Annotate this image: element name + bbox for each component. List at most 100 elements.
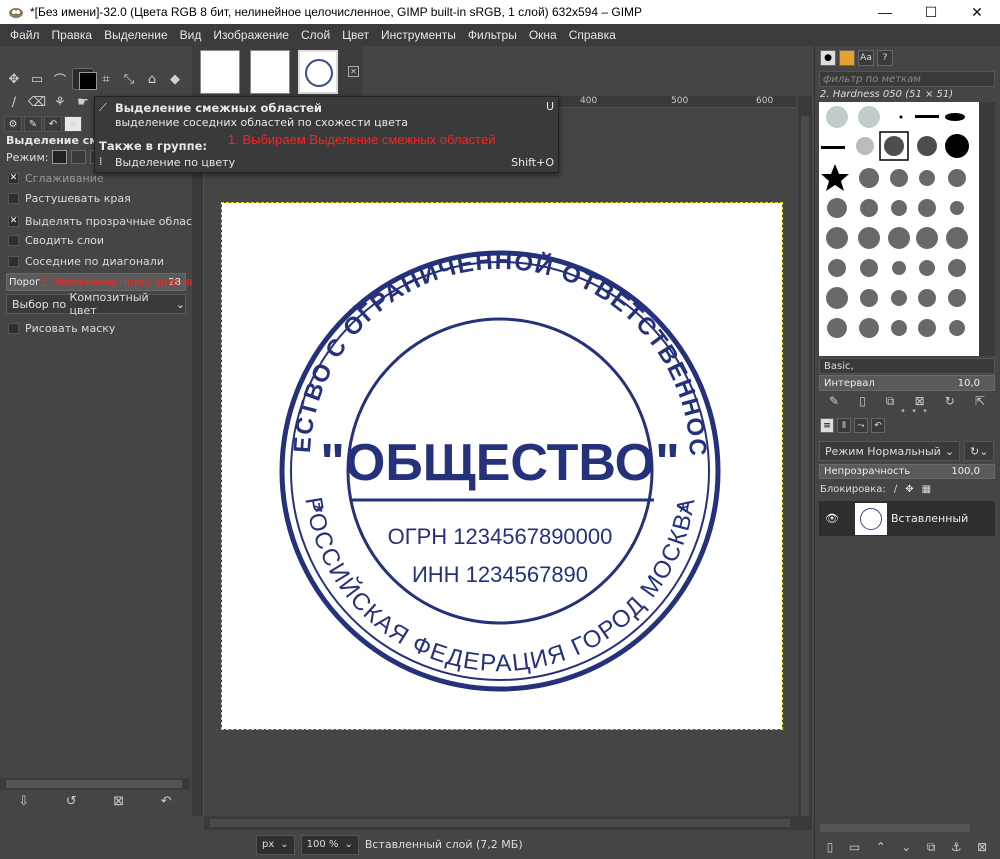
draw-mask-checkbox[interactable] — [8, 323, 19, 334]
clone-tool-icon[interactable]: ⚘ — [50, 92, 70, 112]
raise-layer-icon[interactable]: ⌃ — [876, 840, 886, 855]
patterns-tab-icon[interactable] — [839, 50, 855, 66]
brush-interval-slider[interactable]: Интервал 10,0 — [819, 375, 995, 391]
transform-tool-icon[interactable]: ⤡ — [119, 69, 139, 89]
image-tab-2[interactable] — [250, 50, 290, 94]
layer-mode-dropdown[interactable]: Режим Нормальный ⌄ — [819, 441, 961, 461]
lock-pixels-icon[interactable]: ∕ — [894, 484, 897, 495]
restore-options-icon[interactable]: ↺ — [66, 794, 77, 809]
menu-select[interactable]: Выделение — [98, 28, 174, 42]
menu-edit[interactable]: Правка — [46, 28, 99, 42]
close-button[interactable]: ✕ — [954, 0, 1000, 24]
fonts-tab-icon[interactable]: Aa — [858, 50, 874, 66]
lock-row: Блокировка: ∕ ✥ ▦ — [820, 484, 931, 495]
menu-layer[interactable]: Слой — [295, 28, 336, 42]
open-brush-icon[interactable]: ⇱ — [975, 394, 985, 409]
delete-layer-icon[interactable]: ⊠ — [977, 840, 987, 855]
save-options-icon[interactable]: ⇩ — [18, 794, 29, 809]
new-group-icon[interactable]: ▭ — [849, 840, 860, 855]
smudge-tool-icon[interactable]: ☛ — [73, 92, 93, 112]
layer-row[interactable]: 👁 Вставленный — [819, 501, 995, 536]
select-by-dropdown[interactable]: Выбор по Композитный цвет ⌄ — [6, 291, 186, 317]
tooltip-group-shortcut: Shift+O — [511, 156, 554, 169]
stamp-star-right: * — [678, 497, 688, 527]
antialiasing-option[interactable]: ✕ Сглаживание — [8, 172, 104, 185]
menu-view[interactable]: Вид — [174, 28, 208, 42]
zoom-value: 100 % — [306, 839, 339, 850]
layers-scrollbar[interactable] — [820, 824, 970, 832]
brush-preset-dropdown[interactable]: Basic, — [819, 358, 995, 374]
maximize-button[interactable]: ☐ — [908, 0, 954, 24]
document-history-tab-icon[interactable]: ? — [877, 50, 893, 66]
visibility-eye-icon[interactable]: 👁 — [825, 512, 839, 525]
select-transparent-checkbox[interactable]: ✕ — [8, 216, 19, 227]
menu-filters[interactable]: Фильтры — [462, 28, 523, 42]
delete-options-icon[interactable]: ⊠ — [113, 794, 124, 809]
minimize-button[interactable]: — — [862, 0, 908, 24]
lock-alpha-icon[interactable]: ▦ — [922, 484, 931, 495]
layer-opacity-slider[interactable]: Непрозрачность 100,0 — [819, 464, 995, 479]
brush-filter-input[interactable]: фильтр по меткам — [819, 71, 995, 87]
close-tab-icon[interactable]: ✕ — [348, 66, 359, 77]
select-transparent-option[interactable]: ✕ Выделять прозрачные области — [8, 215, 206, 228]
rect-select-tool-icon[interactable]: ▭ — [27, 69, 47, 89]
undo-tab-icon[interactable]: ↶ — [871, 418, 885, 433]
edit-brush-icon[interactable]: ✎ — [829, 394, 839, 409]
lasso-tool-icon[interactable]: ⌒ — [50, 69, 70, 89]
mode-replace-button[interactable] — [52, 150, 68, 164]
new-layer-icon[interactable]: ▯ — [827, 840, 834, 855]
feather-edges-checkbox[interactable] — [8, 193, 19, 204]
image-canvas[interactable]: ОБЩЕСТВО С ОГРАНИЧЕННОЙ ОТВЕТСТВЕННОСТЬЮ… — [209, 182, 783, 730]
eraser-tool-icon[interactable]: ⌫ — [27, 92, 47, 112]
device-status-tab-icon[interactable]: ✎ — [24, 116, 42, 132]
lower-layer-icon[interactable]: ⌄ — [901, 840, 911, 855]
zoom-selector[interactable]: 100 % ⌄ — [300, 834, 359, 855]
menu-image[interactable]: Изображение — [207, 28, 295, 42]
layer-mode-reset-button[interactable]: ↻⌄ — [964, 441, 995, 461]
paths-tab-icon[interactable]: ⤳ — [854, 418, 868, 433]
unit-selector[interactable]: px ⌄ — [256, 834, 295, 855]
layers-tab-icon[interactable]: ≡ — [820, 418, 834, 433]
menu-file[interactable]: Файл — [4, 28, 46, 42]
horizontal-scrollbar[interactable] — [204, 816, 798, 830]
diagonal-neighbors-checkbox[interactable] — [8, 256, 19, 267]
diagonal-neighbors-option[interactable]: Соседние по диагонали — [8, 255, 164, 268]
left-dock-scrollbar[interactable] — [0, 778, 190, 790]
move-tool-icon[interactable]: ✥ — [4, 69, 24, 89]
image-tab-3[interactable] — [298, 50, 338, 94]
sample-merged-option[interactable]: Сводить слои — [8, 234, 104, 247]
menu-help[interactable]: Справка — [563, 28, 622, 42]
channels-tab-icon[interactable]: ⫴ — [837, 418, 851, 433]
paintbrush-tool-icon[interactable]: ∕ — [4, 92, 24, 112]
feather-edges-option[interactable]: Растушевать края — [8, 192, 131, 205]
draw-mask-option[interactable]: Рисовать маску — [8, 322, 115, 335]
vertical-scrollbar[interactable] — [798, 96, 812, 832]
anchor-layer-icon[interactable]: ⚓ — [951, 840, 962, 855]
lock-position-icon[interactable]: ✥ — [905, 484, 913, 495]
image-tab-1[interactable] — [200, 50, 240, 94]
menu-tools[interactable]: Инструменты — [375, 28, 462, 42]
images-tab-icon[interactable]: ▪ — [64, 116, 82, 132]
undo-history-tab-icon[interactable]: ↶ — [44, 116, 62, 132]
tool-options-tabs: ⚙ ✎ ↶ ▪ — [4, 116, 82, 132]
duplicate-brush-icon[interactable]: ⧉ — [886, 394, 895, 409]
sample-merged-checkbox[interactable] — [8, 235, 19, 246]
reset-options-icon[interactable]: ↶ — [161, 794, 172, 809]
brushes-tab-icon[interactable]: ● — [820, 50, 836, 66]
refresh-brushes-icon[interactable]: ↻ — [945, 394, 955, 409]
antialiasing-checkbox[interactable]: ✕ — [8, 173, 19, 184]
menu-colors[interactable]: Цвет — [336, 28, 375, 42]
crop-tool-icon[interactable]: ⌗ — [96, 69, 116, 89]
warp-tool-icon[interactable]: ⌂ — [142, 69, 162, 89]
dock-separator[interactable]: • • • — [900, 406, 929, 417]
bucket-fill-tool-icon[interactable]: ◆ — [165, 69, 185, 89]
menu-windows[interactable]: Окна — [523, 28, 563, 42]
mode-add-button[interactable] — [71, 150, 87, 164]
foreground-color-swatch[interactable] — [79, 72, 97, 90]
brush-grid[interactable] — [819, 102, 995, 356]
new-brush-icon[interactable]: ▯ — [859, 394, 866, 409]
duplicate-layer-icon[interactable]: ⧉ — [927, 840, 936, 855]
layer-list-area[interactable] — [819, 536, 995, 821]
draw-mask-label: Рисовать маску — [25, 322, 116, 335]
tool-options-tab-icon[interactable]: ⚙ — [4, 116, 22, 132]
